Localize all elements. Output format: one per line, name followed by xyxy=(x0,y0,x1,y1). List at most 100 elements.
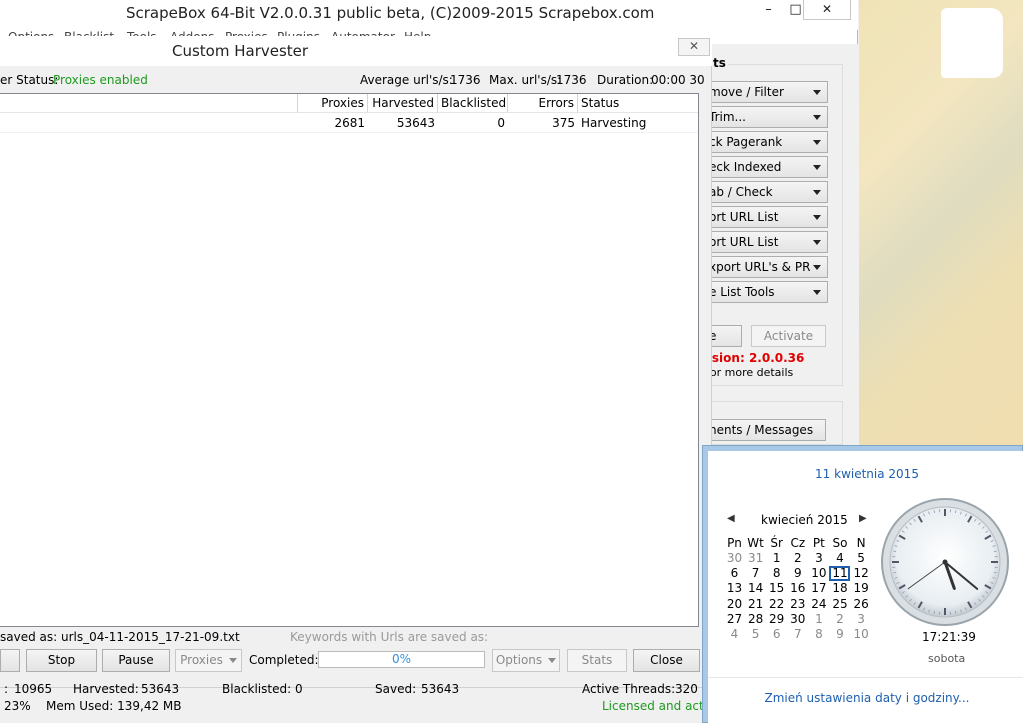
calendar-day[interactable]: 13 xyxy=(724,581,745,596)
check-pagerank-dropdown[interactable]: ck Pagerank xyxy=(706,131,828,153)
calendar-day[interactable]: 18 xyxy=(830,581,851,596)
check-pagerank-label: ck Pagerank xyxy=(709,135,783,149)
calendar-day[interactable]: 25 xyxy=(830,597,851,612)
duration-label: Duration: xyxy=(597,73,654,87)
calendar-day[interactable]: 12 xyxy=(851,566,872,581)
proxies-button-label: Proxies xyxy=(180,653,223,667)
avg-urls-value: 1736 xyxy=(450,73,481,87)
license-status: Licensed and acti xyxy=(602,699,708,713)
list-tools-dropdown[interactable]: e List Tools xyxy=(706,281,828,303)
main-close-button[interactable]: ✕ xyxy=(803,0,851,20)
calendar-day[interactable]: 30 xyxy=(724,551,745,566)
import-url-list-dropdown[interactable]: ort URL List xyxy=(706,206,828,228)
check-indexed-label: eck Indexed xyxy=(709,160,782,174)
calendar-day[interactable]: 5 xyxy=(851,551,872,566)
calendar-day[interactable]: 15 xyxy=(766,581,787,596)
calendar-day[interactable]: 9 xyxy=(830,627,851,642)
calendar-day[interactable]: 27 xyxy=(724,612,745,627)
remove-filter-dropdown[interactable]: move / Filter xyxy=(706,81,828,103)
harvester-titlebar[interactable] xyxy=(0,36,712,66)
pause-button[interactable]: Pause xyxy=(102,649,170,672)
calendar-day[interactable]: 2 xyxy=(787,551,808,566)
calendar-day[interactable]: 26 xyxy=(851,597,872,612)
export-urls-pr-label: xport URL's & PR xyxy=(709,260,811,274)
main-window-title: ScrapeBox 64-Bit V2.0.0.31 public beta, … xyxy=(126,4,655,22)
options-button[interactable]: Options xyxy=(492,649,560,672)
grab-check-dropdown[interactable]: ab / Check xyxy=(706,181,828,203)
calendar-day[interactable]: 5 xyxy=(745,627,766,642)
calendar-day[interactable]: 21 xyxy=(745,597,766,612)
export-url-list-dropdown[interactable]: ort URL List xyxy=(706,231,828,253)
harvester-close-icon[interactable]: ✕ xyxy=(678,38,710,56)
column-header-blacklisted[interactable]: Blacklisted xyxy=(438,94,508,113)
calendar-day[interactable]: 4 xyxy=(724,627,745,642)
calendar-day[interactable]: 1 xyxy=(808,612,829,627)
trim-dropdown[interactable]: Trim... xyxy=(706,106,828,128)
cell-harvested: 53643 xyxy=(396,116,435,130)
calendar-day[interactable]: 10 xyxy=(851,627,872,642)
calendar-day[interactable]: 24 xyxy=(808,597,829,612)
details-text: for more details xyxy=(706,366,794,379)
calendar-day[interactable]: 6 xyxy=(724,566,745,581)
calendar-day[interactable]: 8 xyxy=(808,627,829,642)
calendar-day[interactable]: 6 xyxy=(766,627,787,642)
start-button[interactable] xyxy=(0,649,20,672)
trim-label: Trim... xyxy=(709,110,746,124)
calendar-date-header[interactable]: 11 kwietnia 2015 xyxy=(708,467,1023,481)
column-header-proxies[interactable]: Proxies xyxy=(298,94,368,113)
calendar-day[interactable]: 20 xyxy=(724,597,745,612)
calendar-day[interactable]: 11 xyxy=(830,566,851,581)
calendar-day[interactable]: 8 xyxy=(766,566,787,581)
weekday-header: Pn xyxy=(727,536,742,550)
activate-button[interactable]: Activate xyxy=(751,325,826,347)
chevron-down-icon xyxy=(813,140,821,145)
minimize-button[interactable]: – xyxy=(754,0,783,20)
calendar-day[interactable]: 3 xyxy=(851,612,872,627)
calendar-day[interactable]: 7 xyxy=(745,566,766,581)
proxies-button[interactable]: Proxies xyxy=(175,649,242,672)
engine-results-table[interactable] xyxy=(0,93,699,627)
calendar-day[interactable]: 17 xyxy=(808,581,829,596)
saved-as-text: saved as: urls_04-11-2015_17-21-09.txt xyxy=(0,630,240,644)
remove-filter-label: move / Filter xyxy=(709,85,784,99)
analog-clock xyxy=(881,498,1009,626)
completion-progress-bar: 0% xyxy=(318,651,485,668)
harvester-title: Custom Harvester xyxy=(172,42,309,60)
calendar-day[interactable]: 2 xyxy=(830,612,851,627)
calendar-day[interactable]: 29 xyxy=(766,612,787,627)
calendar-day[interactable]: 4 xyxy=(830,551,851,566)
column-header-engine[interactable] xyxy=(0,94,298,113)
calendar-day[interactable]: 7 xyxy=(787,627,808,642)
calendar-day[interactable]: 16 xyxy=(787,581,808,596)
calendar-day[interactable]: 19 xyxy=(851,581,872,596)
change-date-time-link[interactable]: Zmień ustawienia daty i godziny... xyxy=(708,691,1023,705)
next-month-icon[interactable]: ▶ xyxy=(859,513,867,524)
calendar-day[interactable]: 9 xyxy=(787,566,808,581)
close-button[interactable]: Close xyxy=(633,649,700,672)
column-header-status[interactable]: Status xyxy=(578,94,698,113)
stop-button[interactable]: Stop xyxy=(26,649,97,672)
chevron-down-icon xyxy=(813,90,821,95)
calendar-day[interactable]: 28 xyxy=(745,612,766,627)
calendar-day[interactable]: 22 xyxy=(766,597,787,612)
calendar-day[interactable]: 1 xyxy=(766,551,787,566)
harvested-label: Harvested: xyxy=(73,682,139,696)
calendar-month-title[interactable]: kwiecień 2015 xyxy=(761,513,848,527)
stats-button[interactable]: Stats xyxy=(567,649,627,672)
calendar-day[interactable]: 30 xyxy=(787,612,808,627)
calendar-day[interactable]: 3 xyxy=(808,551,829,566)
calendar-day[interactable]: 14 xyxy=(745,581,766,596)
saved-label: Saved: xyxy=(375,682,417,696)
check-indexed-dropdown[interactable]: eck Indexed xyxy=(706,156,828,178)
server-status-label: er Status: xyxy=(0,73,59,87)
column-header-errors[interactable]: Errors xyxy=(508,94,578,113)
weekday-header: Pt xyxy=(812,536,825,550)
calendar-day[interactable]: 10 xyxy=(808,566,829,581)
calendar-day[interactable]: 31 xyxy=(745,551,766,566)
comments-messages-button[interactable]: nents / Messages xyxy=(706,419,826,441)
export-urls-pr-dropdown[interactable]: xport URL's & PR xyxy=(706,256,828,278)
calendar-day[interactable]: 23 xyxy=(787,597,808,612)
column-header-harvested[interactable]: Harvested xyxy=(368,94,438,113)
chevron-down-icon xyxy=(813,240,821,245)
previous-month-icon[interactable]: ◀ xyxy=(727,513,735,524)
